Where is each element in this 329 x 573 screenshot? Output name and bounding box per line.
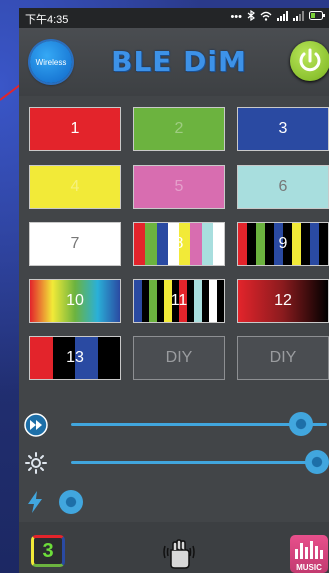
effect-tile[interactable]: 3 <box>237 107 329 151</box>
music-label: MUSIC <box>296 563 322 572</box>
app-header: Wireless BLE DiM <box>19 28 329 96</box>
equalizer-icon <box>295 541 323 559</box>
signal-icon <box>277 10 288 24</box>
tile-label: DIY <box>165 349 193 366</box>
mode-button[interactable]: 3 <box>31 535 65 567</box>
effect-tile[interactable]: 5 <box>133 165 225 209</box>
signal-icon <box>293 10 304 24</box>
effect-tile[interactable]: 12 <box>237 279 329 323</box>
effect-tile[interactable]: 8 <box>133 222 225 266</box>
tile-label: 8 <box>174 235 184 252</box>
brightness-icon <box>25 452 47 474</box>
fast-forward-icon <box>24 413 48 437</box>
effect-tile[interactable]: 7 <box>29 222 121 266</box>
effect-tile[interactable]: 6 <box>237 165 329 209</box>
tile-label: 10 <box>66 292 84 309</box>
tile-label: 11 <box>170 292 188 309</box>
effect-tile[interactable]: 13 <box>29 336 121 380</box>
power-button[interactable] <box>290 41 329 81</box>
status-time: 下午4:35 <box>25 14 69 26</box>
tile-label: 6 <box>278 178 288 195</box>
tile-label: 2 <box>174 120 184 137</box>
bluetooth-icon <box>247 9 256 24</box>
wireless-label: Wireless <box>35 57 67 67</box>
mode-number: 3 <box>42 539 54 562</box>
tile-label: 1 <box>70 120 80 137</box>
effect-tile[interactable]: 11 <box>133 279 225 323</box>
tile-label: 5 <box>174 178 184 195</box>
bottom-bar: 3 MUSIC <box>19 522 329 573</box>
app-title: BLE DiM <box>111 45 247 78</box>
brightness-slider-thumb[interactable] <box>305 450 329 474</box>
dots-icon: ••• <box>230 11 242 23</box>
speed-slider-thumb[interactable] <box>289 412 314 436</box>
tile-label: 12 <box>274 292 292 309</box>
shake-hand-icon[interactable] <box>160 534 198 570</box>
effect-tile[interactable]: 4 <box>29 165 121 209</box>
status-bar: 下午4:35 ••• <box>19 8 329 28</box>
effect-tile[interactable]: 2 <box>133 107 225 151</box>
brightness-slider-track[interactable] <box>71 461 327 464</box>
effect-tile[interactable]: 9 <box>237 222 329 266</box>
lightning-icon <box>28 491 42 513</box>
tile-label: 3 <box>278 120 288 137</box>
effect-tile[interactable]: 10 <box>29 279 121 323</box>
tile-label: DIY <box>269 349 297 366</box>
status-icons: ••• <box>230 9 325 24</box>
diy-tile[interactable]: DIY <box>237 336 329 380</box>
tile-label: 4 <box>70 178 80 195</box>
battery-icon <box>309 11 325 23</box>
tile-label: 13 <box>66 349 84 366</box>
sensitivity-slider-thumb[interactable] <box>59 490 83 514</box>
music-button[interactable]: MUSIC <box>290 535 328 573</box>
phone-screen: 下午4:35 ••• Wireless BLE DiM 1 2 3 4 5 6 … <box>19 8 329 573</box>
wireless-button[interactable]: Wireless <box>30 41 72 83</box>
diy-tile[interactable]: DIY <box>133 336 225 380</box>
tile-label: 7 <box>70 235 80 252</box>
power-icon <box>299 48 321 72</box>
tile-label: 9 <box>278 235 288 252</box>
wifi-icon <box>260 11 272 24</box>
effect-tile[interactable]: 1 <box>29 107 121 151</box>
